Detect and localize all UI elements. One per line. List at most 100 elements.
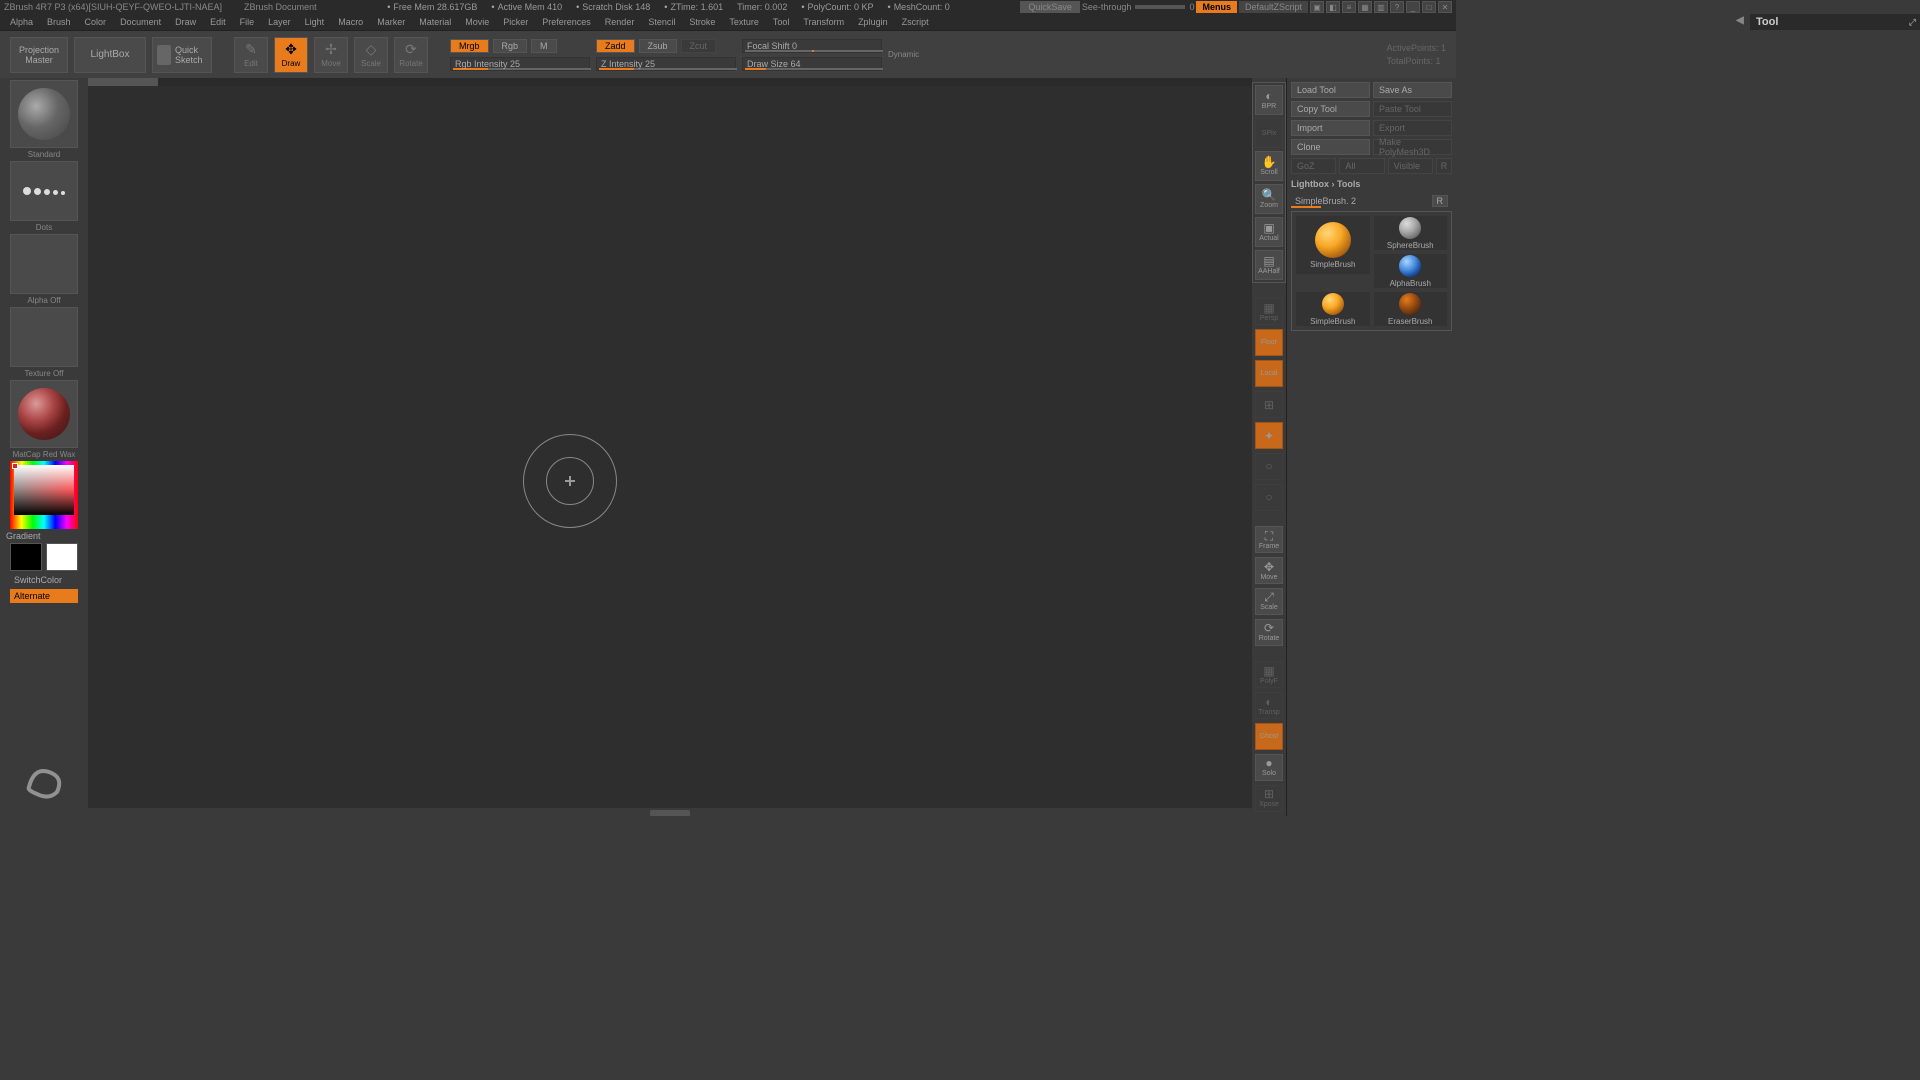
dynamic-toggle[interactable]: Dynamic: [888, 50, 919, 59]
rotate-mode-button[interactable]: ⟳Rotate: [394, 37, 428, 73]
m-button[interactable]: M: [531, 39, 557, 53]
menu-light[interactable]: Light: [301, 16, 329, 28]
transp-button[interactable]: ◐Transp: [1255, 692, 1283, 719]
menu-picker[interactable]: Picker: [499, 16, 532, 28]
persp-button[interactable]: ▦Persp: [1255, 298, 1283, 325]
tool-thumb-eraserbrush[interactable]: EraserBrush: [1374, 292, 1448, 326]
toolbar-icon-4[interactable]: ▦: [1358, 1, 1372, 13]
polyf-button[interactable]: ▦PolyF: [1255, 661, 1283, 688]
tool-thumb-alphabrush[interactable]: AlphaBrush: [1374, 254, 1448, 288]
zsub-button[interactable]: Zsub: [639, 39, 677, 53]
floor-button[interactable]: Floor: [1255, 329, 1283, 356]
menus-button[interactable]: Menus: [1196, 1, 1237, 13]
tool-thumb-simplebrush2[interactable]: SimpleBrush: [1296, 292, 1370, 326]
menu-zplugin[interactable]: Zplugin: [854, 16, 892, 28]
doc-scrollbar[interactable]: [88, 78, 1252, 86]
minimize-button[interactable]: _: [1406, 1, 1420, 13]
rgb-intensity-slider[interactable]: Rgb Intensity 25: [450, 57, 590, 71]
color-picker[interactable]: [10, 461, 78, 529]
color-swatch-secondary[interactable]: [10, 543, 42, 571]
menu-material[interactable]: Material: [415, 16, 455, 28]
menu-macro[interactable]: Macro: [334, 16, 367, 28]
tool-thumb-spherebrush[interactable]: SphereBrush: [1374, 216, 1448, 250]
menu-preferences[interactable]: Preferences: [538, 16, 595, 28]
zadd-button[interactable]: Zadd: [596, 39, 635, 53]
lightbox-button[interactable]: LightBox: [74, 37, 146, 73]
zcut-button[interactable]: Zcut: [681, 39, 717, 53]
export-button[interactable]: Export: [1373, 120, 1452, 136]
lightbox-tools-label[interactable]: Lightbox › Tools: [1291, 177, 1452, 191]
tool-collapse-icon[interactable]: ◀: [1736, 15, 1750, 29]
alternate-button[interactable]: Alternate: [10, 589, 78, 603]
scroll-button[interactable]: ✋Scroll: [1255, 151, 1283, 181]
move-mode-button[interactable]: ✢Move: [314, 37, 348, 73]
menu-transform[interactable]: Transform: [799, 16, 848, 28]
defaultzscript-button[interactable]: DefaultZScript: [1239, 1, 1308, 13]
z-button[interactable]: ○: [1255, 484, 1283, 511]
solo-button[interactable]: ●Solo: [1255, 754, 1283, 781]
tool-minmax-icon[interactable]: ⤢: [1909, 17, 1916, 28]
projection-master-button[interactable]: Projection Master: [10, 37, 68, 73]
stroke-swatch[interactable]: [10, 161, 78, 221]
import-button[interactable]: Import: [1291, 120, 1370, 136]
menu-stroke[interactable]: Stroke: [685, 16, 719, 28]
local-button[interactable]: Local: [1255, 360, 1283, 387]
brush-swatch[interactable]: [10, 80, 78, 148]
menu-file[interactable]: File: [236, 16, 259, 28]
scale-button[interactable]: ⤢Scale: [1255, 588, 1283, 615]
menu-stencil[interactable]: Stencil: [644, 16, 679, 28]
gradient-toggle[interactable]: Gradient: [2, 531, 41, 541]
menu-edit[interactable]: Edit: [206, 16, 230, 28]
scale-mode-button[interactable]: ◇Scale: [354, 37, 388, 73]
alpha-swatch[interactable]: [10, 234, 78, 294]
quicksketch-button[interactable]: Quick Sketch: [152, 37, 212, 73]
close-button[interactable]: ✕: [1438, 1, 1452, 13]
menu-tool[interactable]: Tool: [769, 16, 794, 28]
rgb-button[interactable]: Rgb: [493, 39, 528, 53]
make-polymesh-button[interactable]: Make PolyMesh3D: [1373, 139, 1452, 155]
edit-mode-button[interactable]: ✎Edit: [234, 37, 268, 73]
ghost-button[interactable]: Ghost: [1255, 723, 1283, 750]
copy-tool-button[interactable]: Copy Tool: [1291, 101, 1370, 117]
help-icon[interactable]: ?: [1390, 1, 1404, 13]
frame-button[interactable]: ⛶Frame: [1255, 526, 1283, 553]
color-swatch-primary[interactable]: [46, 543, 78, 571]
xyz-button[interactable]: ✦: [1255, 422, 1283, 449]
zoom-button[interactable]: 🔍Zoom: [1255, 184, 1283, 214]
visible-button[interactable]: Visible: [1388, 158, 1433, 174]
rotate-button[interactable]: ⟳Rotate: [1255, 619, 1283, 646]
move-button[interactable]: ✥Move: [1255, 557, 1283, 584]
tool-thumb-simplebrush[interactable]: SimpleBrush: [1296, 216, 1370, 274]
draw-size-slider[interactable]: Draw Size 64: [742, 57, 882, 71]
menu-marker[interactable]: Marker: [373, 16, 409, 28]
bpr-button[interactable]: ◐BPR: [1255, 85, 1283, 115]
texture-swatch[interactable]: [10, 307, 78, 367]
menu-brush[interactable]: Brush: [43, 16, 75, 28]
material-swatch[interactable]: [10, 380, 78, 448]
all-button[interactable]: All: [1339, 158, 1384, 174]
toolbar-icon-5[interactable]: ▥: [1374, 1, 1388, 13]
toolbar-icon-3[interactable]: ≡: [1342, 1, 1356, 13]
switchcolor-button[interactable]: SwitchColor: [10, 573, 78, 587]
mrgb-button[interactable]: Mrgb: [450, 39, 489, 53]
menu-render[interactable]: Render: [601, 16, 639, 28]
actual-button[interactable]: ▣Actual: [1255, 217, 1283, 247]
menu-zscript[interactable]: Zscript: [898, 16, 933, 28]
current-tool-slider[interactable]: SimpleBrush. 2 R: [1291, 194, 1452, 208]
z-intensity-slider[interactable]: Z Intensity 25: [596, 57, 736, 71]
clone-button[interactable]: Clone: [1291, 139, 1370, 155]
goz-r-button[interactable]: R: [1436, 158, 1452, 174]
aahalf-button[interactable]: ▤AAHalf: [1255, 250, 1283, 280]
menu-draw[interactable]: Draw: [171, 16, 200, 28]
tray-handle[interactable]: [650, 810, 690, 816]
xpose-button[interactable]: ⊞Xpose: [1255, 785, 1283, 812]
toolbar-icon-2[interactable]: ◧: [1326, 1, 1340, 13]
lock-button[interactable]: ⊞: [1255, 391, 1283, 418]
canvas[interactable]: [88, 86, 1252, 808]
menu-color[interactable]: Color: [81, 16, 111, 28]
quicksave-button[interactable]: QuickSave: [1020, 1, 1080, 13]
toolbar-icon-1[interactable]: ▣: [1310, 1, 1324, 13]
menu-movie[interactable]: Movie: [461, 16, 493, 28]
tool-r-button[interactable]: R: [1432, 195, 1449, 207]
menu-texture[interactable]: Texture: [725, 16, 763, 28]
